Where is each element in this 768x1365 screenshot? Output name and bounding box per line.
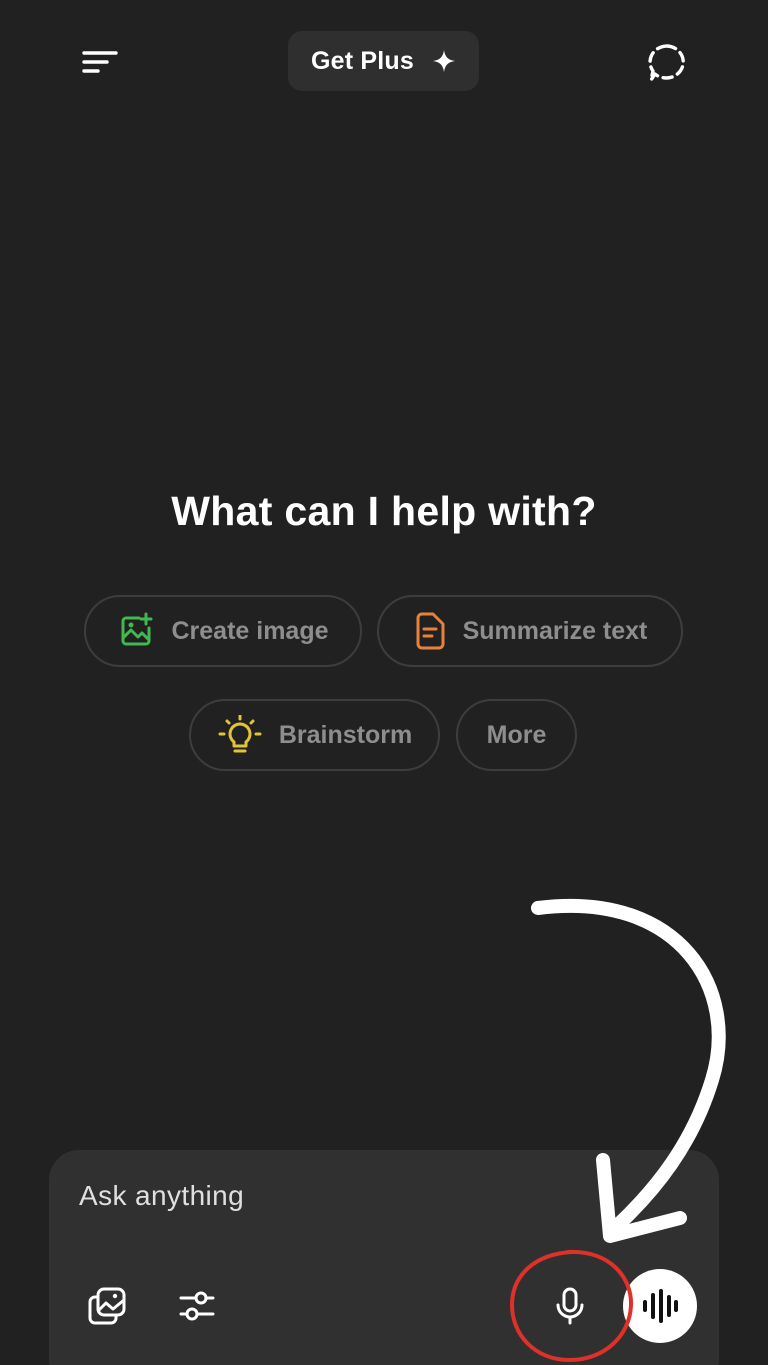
image-plus-icon — [121, 612, 153, 646]
menu-button[interactable] — [72, 36, 128, 88]
page-title: What can I help with? — [171, 488, 597, 534]
microphone-icon — [556, 1287, 584, 1325]
sliders-icon — [179, 1291, 215, 1321]
menu-icon — [82, 51, 118, 73]
waveform-icon — [643, 1289, 678, 1323]
sparkle-icon — [433, 50, 456, 72]
suggestion-brainstorm[interactable]: Brainstorm — [189, 699, 440, 771]
get-plus-button[interactable]: Get Plus — [288, 31, 479, 91]
suggestion-label: Create image — [171, 616, 329, 645]
dictation-button[interactable] — [542, 1278, 598, 1334]
suggestion-label: More — [486, 720, 547, 749]
lightbulb-icon — [218, 715, 262, 753]
suggestion-label: Summarize text — [462, 616, 648, 645]
tools-button[interactable] — [169, 1278, 225, 1334]
get-plus-label: Get Plus — [310, 46, 415, 75]
document-icon — [416, 612, 445, 650]
suggestion-create-image[interactable]: Create image — [84, 595, 362, 667]
message-input[interactable] — [79, 1180, 639, 1212]
suggestion-label: Brainstorm — [278, 720, 413, 749]
attach-image-button[interactable] — [79, 1278, 135, 1334]
suggestion-more[interactable]: More — [456, 699, 577, 771]
new-temporary-chat-button[interactable] — [640, 36, 694, 90]
message-composer — [49, 1150, 719, 1365]
voice-mode-button[interactable] — [623, 1269, 697, 1343]
dashed-chat-icon — [648, 44, 685, 82]
suggestion-summarize-text[interactable]: Summarize text — [377, 595, 683, 667]
image-gallery-icon — [88, 1287, 126, 1325]
chat-home-screen: Get Plus What can I help with? Create im… — [0, 0, 768, 1365]
